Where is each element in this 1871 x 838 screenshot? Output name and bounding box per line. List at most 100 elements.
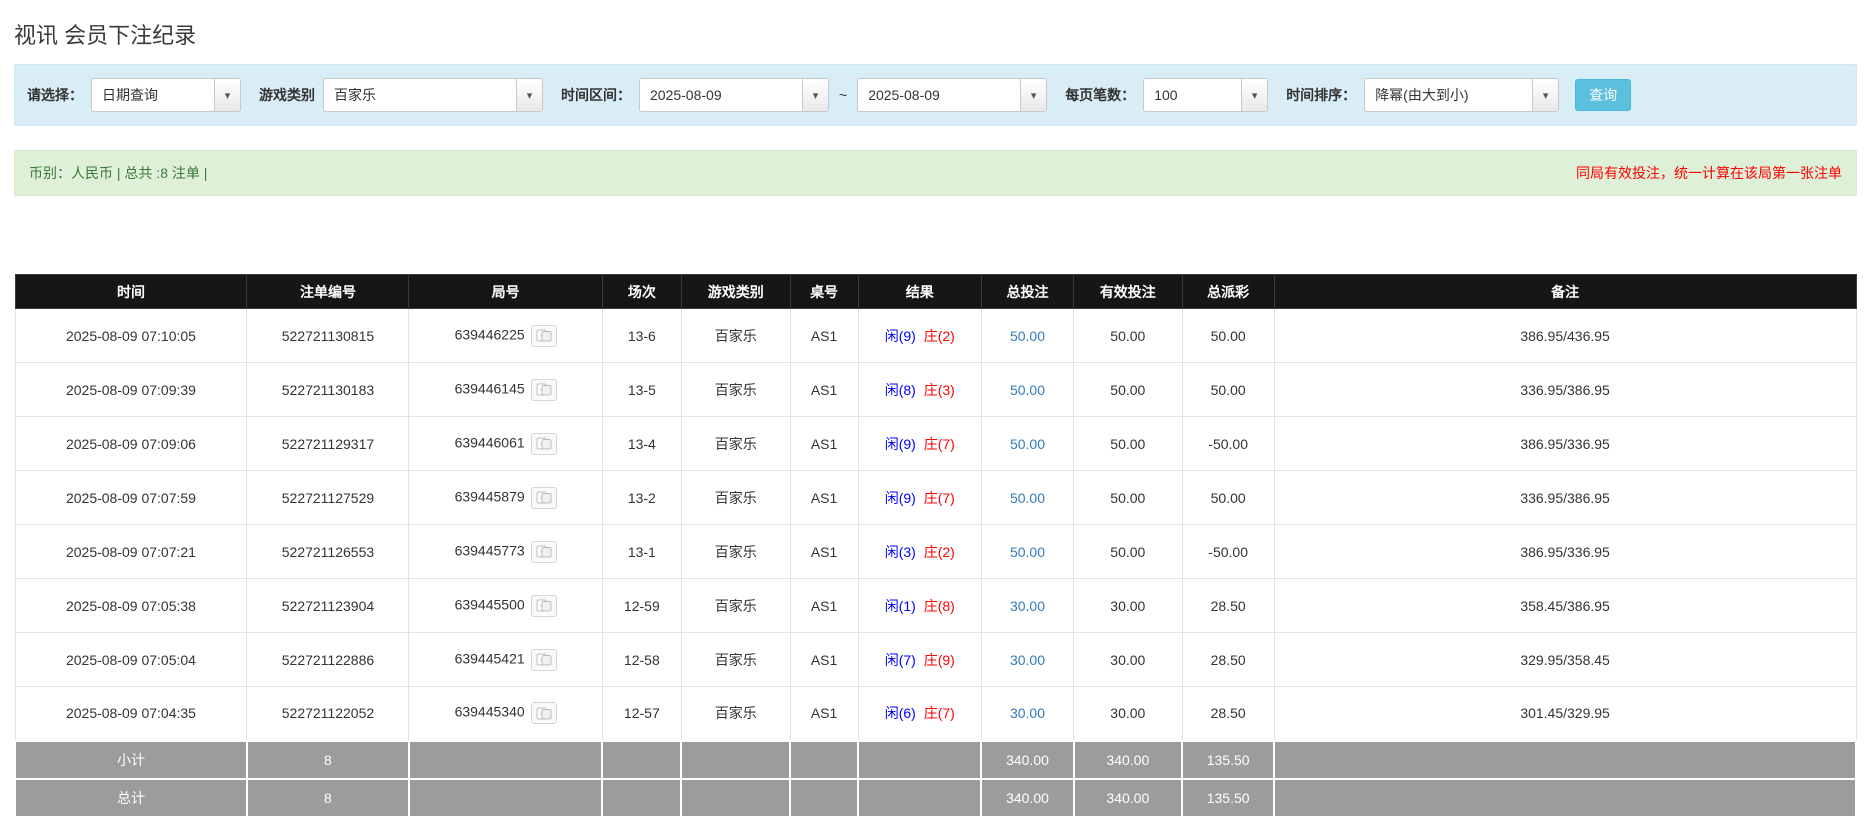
note-cell: 386.95/436.95 [1273, 308, 1857, 363]
result-player: 闲(9) [884, 489, 916, 506]
total-bet-cell: 50.00 [980, 470, 1075, 525]
note-cell: 386.95/336.95 [1273, 524, 1857, 579]
cards-icon [536, 599, 552, 612]
date-mode-value: 日期查询 [102, 87, 158, 103]
table-no-cell: AS1 [789, 416, 859, 471]
sort-order-select[interactable]: 降幂(由大到小) ▾ [1364, 78, 1560, 112]
round-detail-icon[interactable] [530, 540, 557, 563]
empty-cell [407, 739, 604, 780]
sort-order-value: 降幂(由大到小) [1375, 87, 1469, 103]
payout-cell: 50.00 [1181, 470, 1275, 525]
bet-id-cell: 522721130815 [246, 308, 410, 363]
grand-total-row: 总计 8 340.00 340.00 135.50 [14, 777, 1857, 818]
date-mode-select[interactable]: 日期查询 ▾ [91, 78, 241, 112]
total-bet-link[interactable]: 30.00 [1010, 705, 1045, 721]
note-cell: 336.95/386.95 [1273, 362, 1857, 417]
round-cell: 639445340 [408, 686, 603, 741]
grand-total-label: 总计 [14, 777, 248, 818]
cards-icon [536, 653, 552, 666]
round-number: 639446225 [454, 326, 525, 343]
empty-cell [407, 777, 604, 818]
page-size-select[interactable]: 100 ▾ [1143, 78, 1269, 112]
empty-cell [789, 739, 860, 780]
total-bet-link[interactable]: 50.00 [1010, 328, 1045, 344]
round-detail-icon[interactable] [530, 648, 557, 671]
round-detail-icon[interactable] [530, 324, 557, 347]
payout-cell: 50.00 [1181, 362, 1275, 417]
result-cell: 闲(1) 庄(8) [857, 578, 982, 633]
total-bet-link[interactable]: 50.00 [1010, 436, 1045, 452]
result-player: 闲(9) [884, 435, 916, 452]
chevron-down-icon[interactable]: ▾ [214, 79, 240, 111]
round-cell: 639446145 [408, 362, 603, 417]
col-header-table-no: 桌号 [789, 274, 859, 309]
table-no-cell: AS1 [789, 524, 859, 579]
total-bet-link[interactable]: 50.00 [1010, 544, 1045, 560]
chevron-down-icon[interactable]: ▾ [802, 79, 828, 111]
round-detail-icon[interactable] [530, 486, 557, 509]
round-cell: 639445879 [408, 470, 603, 525]
chevron-down-icon[interactable]: ▾ [1241, 79, 1268, 111]
result-banker: 庄(9) [923, 651, 955, 668]
col-header-time: 时间 [14, 274, 248, 309]
total-bet-link[interactable]: 50.00 [1010, 382, 1045, 398]
total-bet-link[interactable]: 30.00 [1010, 652, 1045, 668]
total-bet-link[interactable]: 50.00 [1010, 490, 1045, 506]
col-header-session: 场次 [601, 274, 682, 309]
total-bet-cell: 50.00 [980, 362, 1075, 417]
session-cell: 12-59 [601, 578, 682, 633]
page-size-label: 每页笔数： [1065, 87, 1136, 103]
filter-bar: 请选择： 日期查询 ▾ 游戏类别 百家乐 ▾ 时间区间： 2025-08-09 … [14, 64, 1857, 126]
total-bet-cell: 30.00 [980, 632, 1075, 687]
result-cell: 闲(9) 庄(7) [857, 470, 982, 525]
total-bet-link[interactable]: 30.00 [1010, 598, 1045, 614]
round-detail-icon[interactable] [530, 432, 557, 455]
total-bet-cell: 50.00 [980, 416, 1075, 471]
table-row: 2025-08-09 07:07:21 522721126553 6394457… [14, 524, 1857, 579]
date-from-value: 2025-08-09 [650, 87, 722, 103]
time-cell: 2025-08-09 07:07:21 [14, 524, 248, 579]
empty-cell [601, 777, 683, 818]
result-banker: 庄(2) [923, 327, 955, 344]
game-type-label: 游戏类别 [259, 87, 315, 103]
round-cell: 639445773 [408, 524, 603, 579]
valid-bet-cell: 50.00 [1073, 470, 1183, 525]
chevron-down-icon[interactable]: ▾ [1020, 79, 1047, 111]
table-no-cell: AS1 [789, 686, 859, 741]
bet-id-cell: 522721126553 [246, 524, 410, 579]
cards-icon [536, 329, 552, 342]
payout-cell: 50.00 [1181, 308, 1275, 363]
total-bet-cell: 50.00 [980, 524, 1075, 579]
empty-cell [680, 777, 792, 818]
time-cell: 2025-08-09 07:04:35 [14, 686, 248, 741]
game-type-select[interactable]: 百家乐 ▾ [323, 78, 543, 112]
col-header-result: 结果 [857, 274, 982, 309]
round-number: 639446145 [454, 380, 525, 397]
game-type-cell: 百家乐 [680, 632, 791, 687]
round-detail-icon[interactable] [530, 378, 557, 401]
table-no-cell: AS1 [789, 362, 859, 417]
game-type-cell: 百家乐 [680, 308, 791, 363]
result-player: 闲(1) [884, 597, 916, 614]
round-detail-icon[interactable] [530, 594, 557, 617]
chevron-down-icon[interactable]: ▾ [516, 79, 542, 111]
chevron-down-icon[interactable]: ▾ [1532, 79, 1559, 111]
game-type-cell: 百家乐 [680, 524, 791, 579]
empty-cell [857, 739, 983, 780]
session-cell: 13-4 [601, 416, 682, 471]
search-button[interactable]: 查询 [1575, 79, 1632, 111]
table-no-cell: AS1 [789, 470, 859, 525]
subtotal-count: 8 [245, 739, 410, 780]
valid-bet-cell: 30.00 [1073, 632, 1183, 687]
date-to-select[interactable]: 2025-08-09 ▾ [857, 78, 1048, 112]
table-no-cell: AS1 [789, 632, 859, 687]
col-header-total-bet: 总投注 [980, 274, 1075, 309]
session-cell: 13-1 [601, 524, 682, 579]
game-type-cell: 百家乐 [680, 686, 791, 741]
bet-id-cell: 522721130183 [246, 362, 410, 417]
round-detail-icon[interactable] [530, 702, 557, 725]
result-banker: 庄(8) [923, 597, 955, 614]
col-header-bet-id: 注单编号 [246, 274, 410, 309]
valid-bet-cell: 30.00 [1073, 686, 1183, 741]
date-from-select[interactable]: 2025-08-09 ▾ [639, 78, 829, 112]
